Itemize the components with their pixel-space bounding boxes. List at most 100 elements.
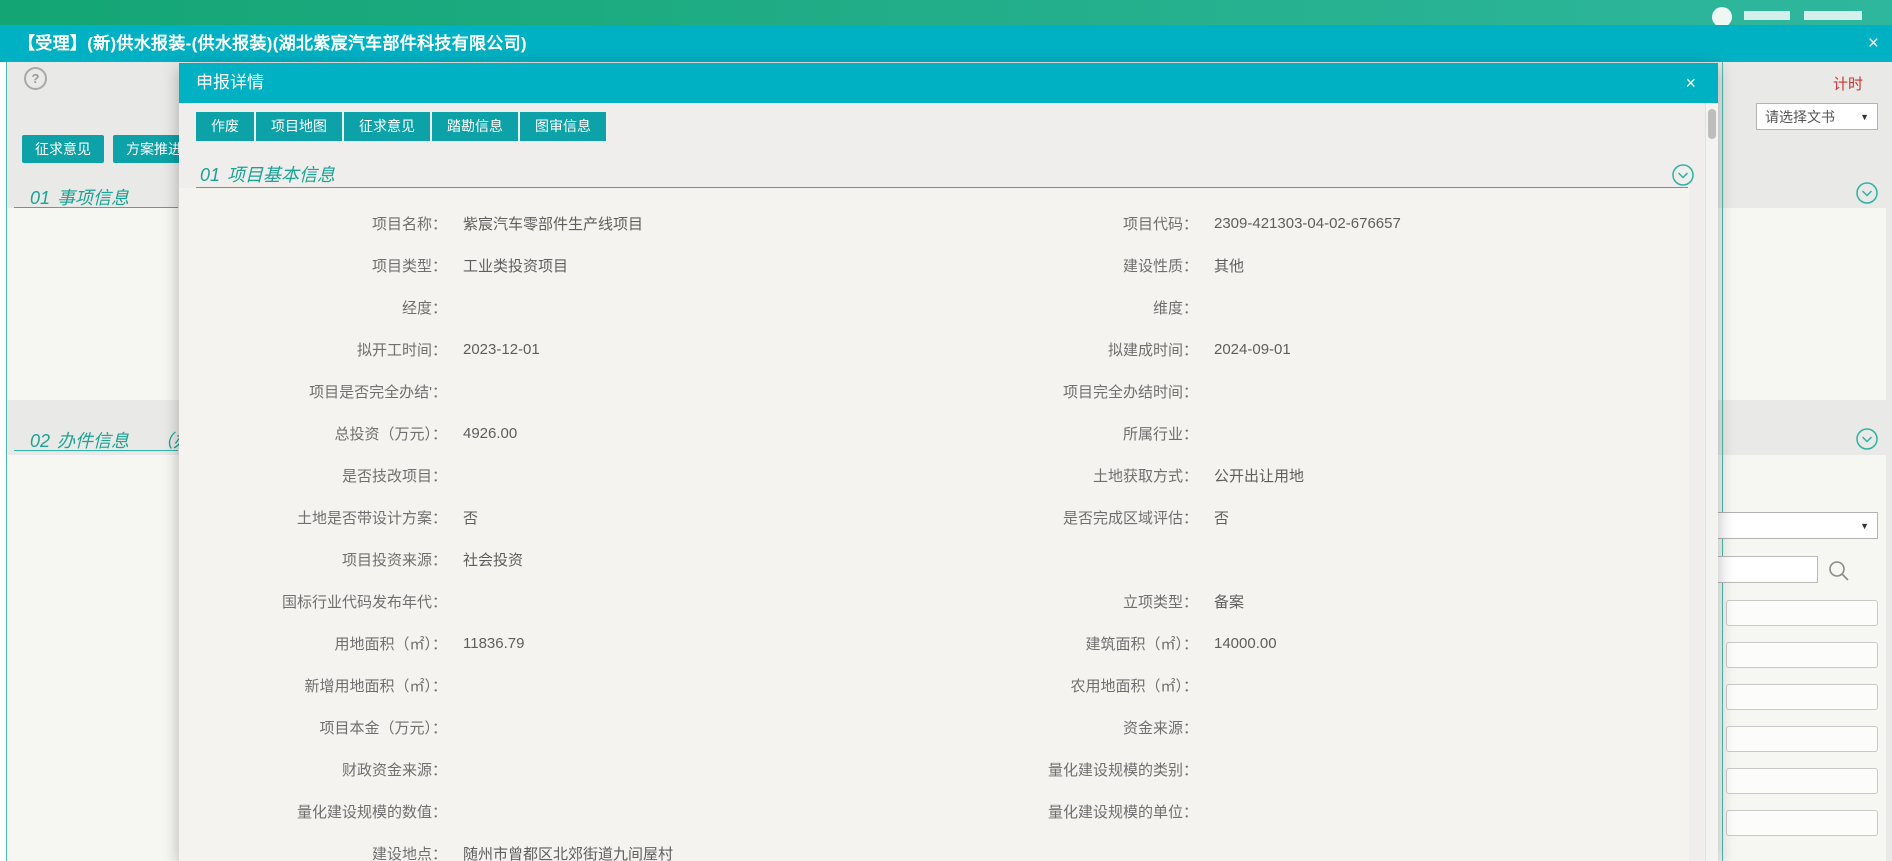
field-value: 随州市曾都区北郊街道九间屋村 — [463, 843, 883, 861]
form-row: 量化建设规模的数值： 量化建设规模的单位： — [179, 790, 1689, 832]
text-input[interactable] — [1726, 810, 1878, 836]
field-label: 新增用地面积（㎡）： — [179, 675, 447, 696]
help-icon[interactable]: ? — [24, 67, 47, 90]
field-value: 备案 — [1214, 591, 1244, 612]
screen: 【受理】(新)供水报装-(供水报装)(湖北紫宸汽车部件科技有限公司) × ? 征… — [0, 0, 1892, 861]
section-title: 办件信息 — [57, 431, 129, 451]
field-value: 否 — [1214, 507, 1229, 528]
form-row: 项目投资来源： 社会投资 — [179, 538, 1689, 580]
field-label: 量化建设规模的数值： — [179, 801, 447, 822]
text-input[interactable] — [1726, 726, 1878, 752]
caret-down-icon: ▼ — [1860, 513, 1869, 540]
field-label: 项目代码： — [883, 213, 1198, 234]
field-label: 量化建设规模的单位： — [883, 801, 1198, 822]
document-select-value: 请选择文书 — [1757, 109, 1835, 125]
form-row: 拟开工时间： 2023-12-01拟建成时间： 2024-09-01 — [179, 328, 1689, 370]
collapse-chevron-icon[interactable] — [1671, 163, 1695, 187]
form-row: 项目类型： 工业类投资项目建设性质： 其他 — [179, 244, 1689, 286]
field-label: 土地是否带设计方案： — [179, 507, 447, 528]
form-row: 项目本金（万元）： 资金来源： — [179, 706, 1689, 748]
form-row: 是否技改项目： 土地获取方式： 公开出让用地 — [179, 454, 1689, 496]
modal-tab-4[interactable]: 踏勘信息 — [432, 112, 518, 141]
field-label: 建设性质： — [883, 255, 1198, 276]
form-rows: 项目名称： 紫宸汽车零部件生产线项目项目代码： 2309-421303-04-02-… — [179, 188, 1689, 861]
text-input[interactable] — [1726, 768, 1878, 794]
field-label: 所属行业： — [883, 423, 1198, 444]
field-value: 2024-09-01 — [1214, 341, 1291, 358]
page-right-border — [1722, 62, 1723, 861]
avatar[interactable] — [1712, 7, 1732, 27]
page-left-border — [6, 62, 7, 861]
modal-tab-2[interactable]: 项目地图 — [256, 112, 342, 141]
field-label: 项目是否完全办结'： — [179, 381, 447, 402]
field-label: 财政资金来源： — [179, 759, 447, 780]
field-label: 建设地点： — [179, 843, 447, 861]
section-title: 项目基本信息 — [227, 165, 335, 185]
field-value: 其他 — [1214, 255, 1244, 276]
field-label: 项目投资来源： — [179, 549, 447, 570]
username-clipped-text — [1744, 11, 1790, 20]
collapse-chevron-icon[interactable] — [1855, 427, 1879, 451]
collapse-chevron-icon[interactable] — [1855, 181, 1879, 205]
form-row: 新增用地面积（㎡）： 农用地面积（㎡）： — [179, 664, 1689, 706]
modal-scrollbar[interactable] — [1705, 103, 1718, 861]
text-input[interactable] — [1726, 642, 1878, 668]
modal-tab-5[interactable]: 图审信息 — [520, 112, 606, 141]
field-value: 工业类投资项目 — [463, 255, 883, 276]
field-label: 经度： — [179, 297, 447, 318]
form-row: 项目名称： 紫宸汽车零部件生产线项目项目代码： 2309-421303-04-02-… — [179, 202, 1689, 244]
modal-tab-3[interactable]: 征求意见 — [344, 112, 430, 141]
declaration-detail-modal: 申报详情 × 作废项目地图征求意见踏勘信息图审信息 01 项目基本信息 项目名称：… — [179, 63, 1718, 861]
search-icon[interactable] — [1827, 559, 1851, 583]
field-label: 项目类型： — [179, 255, 447, 276]
field-label: 项目本金（万元）： — [179, 717, 447, 738]
project-basic-info-heading: 01 项目基本信息 — [200, 161, 335, 187]
field-label: 资金来源： — [883, 717, 1198, 738]
modal-header: 申报详情 × — [179, 63, 1718, 103]
field-label: 建筑面积（㎡）： — [883, 633, 1198, 654]
form-row: 用地面积（㎡）：11836.79建筑面积（㎡）：14000.00 — [179, 622, 1689, 664]
form-row: 经度：维度： — [179, 286, 1689, 328]
case-heading-underline — [14, 450, 178, 451]
field-label: 农用地面积（㎡）： — [883, 675, 1198, 696]
field-value: 2309-421303-04-02-676657 — [1214, 215, 1401, 232]
form-row: 土地是否带设计方案：否是否完成区域评估：否 — [179, 496, 1689, 538]
field-value: 否 — [463, 507, 883, 528]
field-label: 总投资（万元）： — [179, 423, 447, 444]
field-label: 项目名称： — [179, 213, 447, 234]
caret-down-icon: ▼ — [1860, 104, 1869, 131]
text-input[interactable] — [1726, 684, 1878, 710]
field-label: 土地获取方式： — [883, 465, 1198, 486]
window-close-icon[interactable]: × — [1868, 25, 1879, 62]
field-value: 4926.00 — [463, 425, 883, 442]
field-label: 拟建成时间： — [883, 339, 1198, 360]
scrollbar-thumb[interactable] — [1708, 109, 1716, 139]
field-value: 社会投资 — [463, 549, 883, 570]
section-number: 01 — [200, 165, 220, 185]
field-label: 量化建设规模的类别： — [883, 759, 1198, 780]
field-label: 是否完成区域评估： — [883, 507, 1198, 528]
field-label: 拟开工时间： — [179, 339, 447, 360]
field-label: 立项类型： — [883, 591, 1198, 612]
section-number: 01 — [30, 188, 50, 208]
field-label: 是否技改项目： — [179, 465, 447, 486]
section-number: 02 — [30, 431, 50, 451]
matter-heading-underline — [14, 207, 178, 208]
form-row: 建设地点： 随州市曾都区北郊街道九间屋村 — [179, 832, 1689, 861]
field-label: 用地面积（㎡）： — [179, 633, 447, 654]
document-select[interactable]: 请选择文书 ▼ — [1756, 103, 1878, 130]
form-row: 总投资（万元）： 4926.00所属行业： — [179, 412, 1689, 454]
modal-tab-1[interactable]: 作废 — [196, 112, 254, 141]
field-value: 紫宸汽车零部件生产线项目 — [463, 213, 883, 234]
modal-tabs: 作废项目地图征求意见踏勘信息图审信息 — [196, 112, 606, 141]
field-value: 2023-12-01 — [463, 341, 883, 358]
form-row: 项目是否完全办结'： 项目完全办结时间： — [179, 370, 1689, 412]
field-value: 公开出让用地 — [1214, 465, 1304, 486]
text-input[interactable] — [1726, 600, 1878, 626]
modal-close-icon[interactable]: × — [1685, 63, 1696, 103]
window-title: 【受理】(新)供水报装-(供水报装)(湖北紫宸汽车部件科技有限公司) — [18, 25, 527, 62]
field-label: 国标行业代码发布年代： — [179, 591, 447, 612]
solicit-opinions-button[interactable]: 征求意见 — [22, 135, 104, 163]
timer-label: 计时 — [1833, 73, 1863, 94]
field-label: 项目完全办结时间： — [883, 381, 1198, 402]
